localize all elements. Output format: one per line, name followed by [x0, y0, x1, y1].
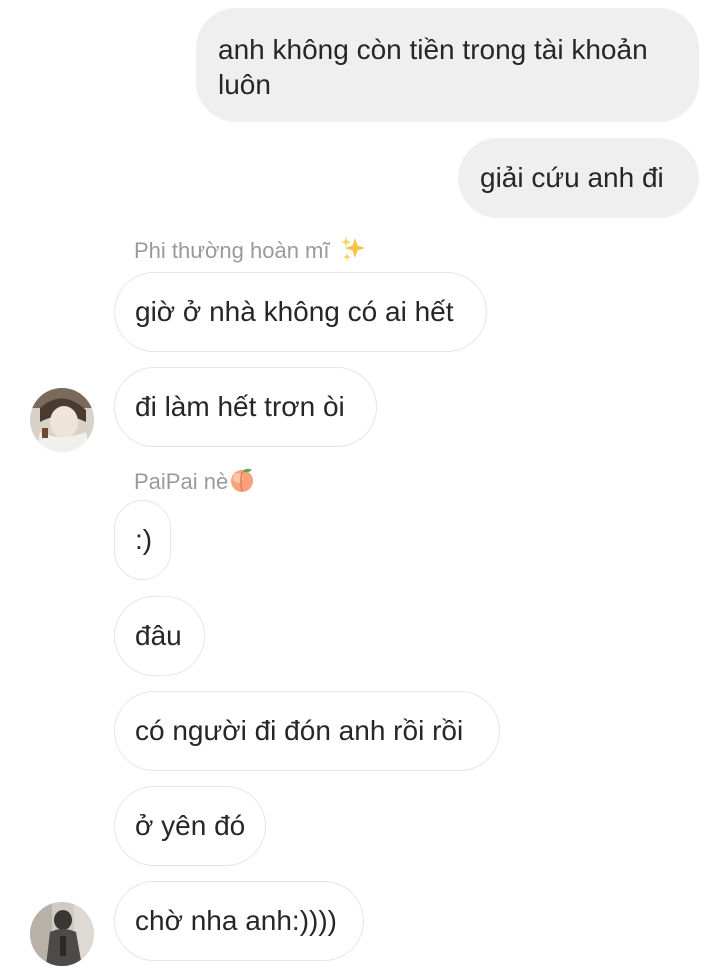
- incoming-message-bubble[interactable]: đi làm hết trơn òi: [114, 367, 377, 447]
- message-text: giải cứu anh đi: [480, 162, 664, 193]
- incoming-message-bubble[interactable]: chờ nha anh:)))): [114, 881, 364, 961]
- message-text-line: luôn: [218, 69, 271, 100]
- incoming-message-bubble[interactable]: giờ ở nhà không có ai hết: [114, 272, 487, 352]
- message-text: :): [135, 524, 153, 555]
- message-text-line: anh không còn tiền trong tài khoản: [218, 34, 648, 65]
- message-text: đi làm hết trơn òi: [135, 391, 345, 422]
- incoming-message-bubble[interactable]: đâu: [114, 596, 205, 676]
- avatar-photo: [30, 902, 94, 966]
- avatar-photo: [30, 388, 94, 452]
- message-text: chờ nha anh:)))): [135, 905, 338, 936]
- message-text: ở yên đó: [135, 810, 246, 841]
- incoming-message-bubble[interactable]: :): [114, 500, 171, 580]
- avatar[interactable]: [30, 388, 94, 452]
- avatar[interactable]: [30, 902, 94, 966]
- outgoing-message-bubble[interactable]: anh không còn tiền trong tài khoản luôn: [196, 8, 699, 122]
- sender-name: PaiPai nè: [134, 466, 256, 500]
- peach-icon: [228, 466, 256, 500]
- chat-thread: anh không còn tiền trong tài khoản luôn …: [0, 0, 720, 980]
- sender-name-label: PaiPai nè: [134, 468, 229, 494]
- message-text: giờ ở nhà không có ai hết: [135, 296, 454, 327]
- message-text: đâu: [135, 620, 182, 651]
- outgoing-message-bubble[interactable]: giải cứu anh đi: [458, 138, 699, 218]
- message-text: có người đi đón anh rồi rồi: [135, 715, 464, 746]
- sparkles-icon: [340, 236, 366, 268]
- sender-name: Phi thường hoàn mĩ: [134, 236, 366, 268]
- sender-name-label: Phi thường hoàn mĩ: [134, 237, 330, 263]
- incoming-message-bubble[interactable]: ở yên đó: [114, 786, 266, 866]
- incoming-message-bubble[interactable]: có người đi đón anh rồi rồi: [114, 691, 500, 771]
